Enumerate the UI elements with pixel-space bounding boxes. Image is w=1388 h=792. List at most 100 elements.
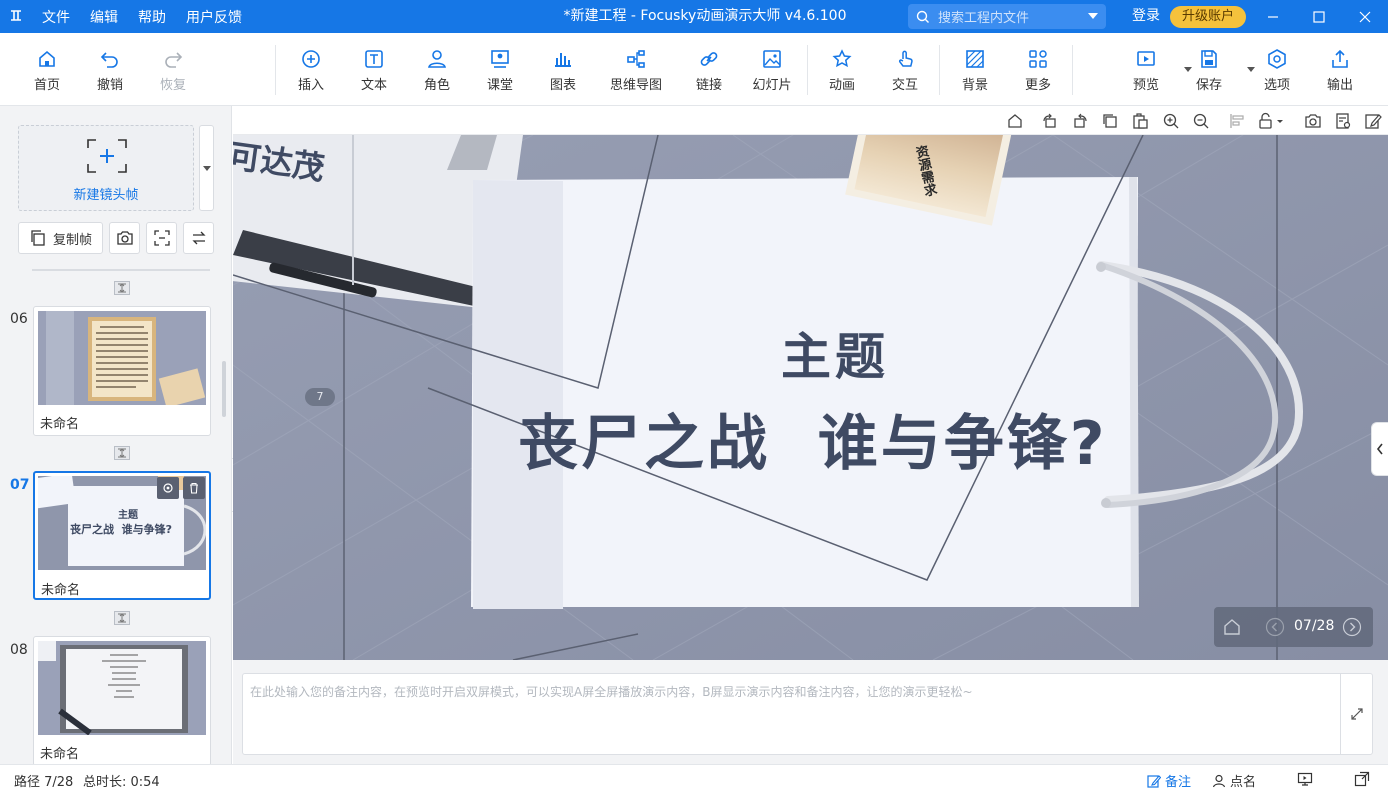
- align-button[interactable]: [1228, 112, 1246, 130]
- menu-edit[interactable]: 编辑: [88, 7, 120, 27]
- settings-doc-button[interactable]: [1334, 112, 1352, 130]
- collapse-right-panel-button[interactable]: [1371, 422, 1388, 476]
- zoom-in-button[interactable]: [1162, 112, 1180, 130]
- pager-prev-icon[interactable]: [1265, 617, 1285, 637]
- slide-list-scrollbar[interactable]: [222, 361, 226, 417]
- background-button[interactable]: 背景: [945, 33, 1005, 106]
- maximize-button[interactable]: [1296, 0, 1342, 33]
- notes-toggle[interactable]: 备注: [1147, 771, 1191, 790]
- slide-thumbnail-06[interactable]: 未命名: [33, 306, 211, 436]
- fit-frame-button[interactable]: [146, 222, 177, 254]
- notes-toggle-label: 备注: [1165, 775, 1192, 790]
- menu-feedback[interactable]: 用户反馈: [184, 7, 244, 27]
- background-label: 背景: [961, 78, 988, 93]
- thumb-subtitle: 丧尸之战 谁与争锋?: [70, 523, 173, 536]
- transition-icon[interactable]: [114, 446, 130, 460]
- mindmap-label: 思维导图: [609, 78, 662, 93]
- slide-canvas[interactable]: 可达茂 资源需求 7 主题 丧尸之战 谁与争锋? 07/28: [233, 135, 1388, 660]
- zoom-out-button[interactable]: [1192, 112, 1210, 130]
- pager-next-icon[interactable]: [1342, 617, 1362, 637]
- lock-button[interactable]: [1258, 112, 1286, 130]
- new-frame-button[interactable]: 新建镜头帧: [18, 125, 194, 211]
- copy-frame-button[interactable]: 复制帧: [18, 222, 103, 254]
- toolbar-divider: [807, 45, 808, 95]
- roll-call-label: 点名: [1230, 775, 1257, 790]
- home-icon: [39, 50, 55, 67]
- slide-subtitle[interactable]: 丧尸之战 谁与争锋?: [518, 395, 1108, 482]
- new-frame-dropdown[interactable]: [199, 125, 214, 211]
- mindmap-button[interactable]: 思维导图: [606, 33, 666, 106]
- slide-settings-button[interactable]: [157, 477, 179, 499]
- home-button[interactable]: 首页: [17, 33, 77, 106]
- minimize-button[interactable]: [1250, 0, 1296, 33]
- upgrade-button[interactable]: 升级账户: [1170, 6, 1246, 28]
- swap-frame-button[interactable]: [183, 222, 214, 254]
- classroom-button[interactable]: 课堂: [470, 33, 530, 106]
- transition-icon[interactable]: [114, 281, 130, 295]
- notes-area: 在此处输入您的备注内容，在预览时开启双屏模式，可以实现A屏全屏播放演示内容，B屏…: [233, 660, 1388, 764]
- slideshow-label: 幻灯片: [752, 78, 792, 93]
- save-button[interactable]: 保存: [1179, 33, 1255, 106]
- notes-input[interactable]: 在此处输入您的备注内容，在预览时开启双屏模式，可以实现A屏全屏播放演示内容，B屏…: [242, 673, 1341, 755]
- role-button[interactable]: 角色: [407, 33, 467, 106]
- redo-button[interactable]: 恢复: [143, 33, 203, 106]
- link-button[interactable]: 链接: [679, 33, 739, 106]
- rotate-left-button[interactable]: [1041, 112, 1059, 130]
- export-button[interactable]: 输出: [1310, 33, 1370, 106]
- capture-button[interactable]: [1304, 112, 1322, 130]
- screenshot-button[interactable]: [109, 222, 140, 254]
- frame-pager: 07/28: [1214, 607, 1373, 647]
- menu-file[interactable]: 文件: [40, 7, 72, 27]
- slide-thumbnail-08[interactable]: 未命名: [33, 636, 211, 764]
- notes-placeholder: 在此处输入您的备注内容，在预览时开启双屏模式，可以实现A屏全屏播放演示内容，B屏…: [250, 685, 973, 699]
- slide-title[interactable]: 主题: [781, 317, 889, 389]
- edit-button[interactable]: [1364, 112, 1382, 130]
- transition-icon[interactable]: [114, 611, 130, 625]
- more-grid-icon: [1029, 50, 1047, 68]
- slideshow-button[interactable]: 幻灯片: [742, 33, 802, 106]
- text-icon: [365, 50, 383, 68]
- chevron-left-icon: [1376, 443, 1383, 455]
- screen-mode-icon[interactable]: [1297, 771, 1313, 787]
- slide-thumbnail-07[interactable]: 主题 丧尸之战 谁与争锋? 未命名: [33, 471, 211, 600]
- chart-button[interactable]: 图表: [533, 33, 593, 106]
- preview-button[interactable]: 预览: [1116, 33, 1192, 106]
- notes-edit-icon: [1147, 774, 1161, 788]
- path-marker[interactable]: 7: [305, 388, 335, 406]
- animation-button[interactable]: 动画: [812, 33, 872, 106]
- copy-frame-label: 复制帧: [52, 232, 92, 248]
- options-button[interactable]: 选项: [1247, 33, 1307, 106]
- more-label: 更多: [1024, 78, 1051, 93]
- rotate-right-button[interactable]: [1071, 112, 1089, 130]
- notes-expand-button[interactable]: [1340, 673, 1373, 755]
- canvas-home-button[interactable]: [1006, 112, 1024, 130]
- save-label: 保存: [1195, 78, 1222, 93]
- undo-label: 撤销: [96, 78, 123, 93]
- menu-help[interactable]: 帮助: [136, 7, 168, 27]
- link-icon: [700, 52, 718, 66]
- project-search-input[interactable]: 搜索工程内文件: [908, 4, 1106, 29]
- slideshow-image-icon: [763, 50, 781, 68]
- pager-home-icon[interactable]: [1222, 617, 1242, 637]
- close-button[interactable]: [1342, 0, 1388, 33]
- roll-call-button[interactable]: 点名: [1212, 771, 1256, 790]
- login-link[interactable]: 登录: [1132, 0, 1160, 33]
- interaction-button[interactable]: 交互: [875, 33, 935, 106]
- search-dropdown-icon[interactable]: [1088, 13, 1098, 19]
- preview-label: 预览: [1132, 78, 1159, 93]
- role-label: 角色: [423, 78, 450, 93]
- swap-icon: [191, 231, 206, 245]
- thumb-title: 主题: [118, 510, 138, 521]
- popout-window-icon[interactable]: [1354, 771, 1370, 787]
- camera-icon: [116, 231, 133, 245]
- undo-button[interactable]: 撤销: [80, 33, 140, 106]
- paste-element-button[interactable]: [1131, 112, 1149, 130]
- copy-element-button[interactable]: [1101, 112, 1119, 130]
- slide-08-art: [38, 641, 206, 735]
- text-button[interactable]: 文本: [344, 33, 404, 106]
- more-button[interactable]: 更多: [1008, 33, 1068, 106]
- slide-delete-button[interactable]: [183, 477, 205, 499]
- handle-grommet: [1096, 262, 1106, 272]
- insert-button[interactable]: 插入: [281, 33, 341, 106]
- slide-name: 未命名: [41, 583, 81, 598]
